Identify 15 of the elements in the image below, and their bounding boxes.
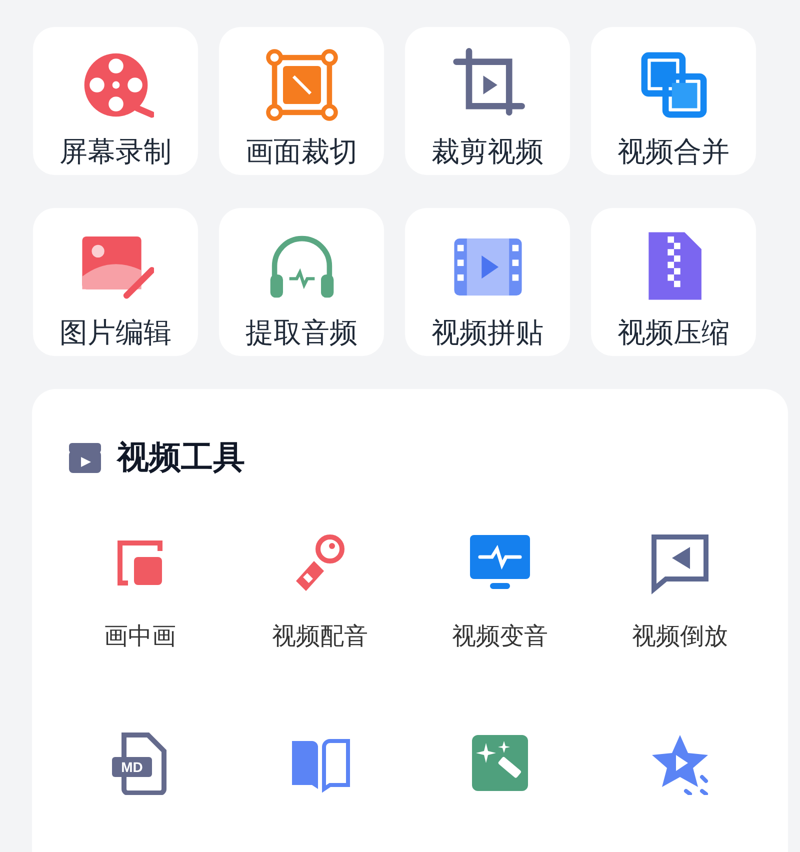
- shortcut-card[interactable]: 提取音频: [219, 208, 384, 356]
- shortcut-card[interactable]: 视频拼贴: [405, 208, 570, 356]
- tool-item[interactable]: 画中画: [50, 531, 230, 691]
- shortcut-card[interactable]: 裁剪视频: [405, 27, 570, 175]
- tool-item[interactable]: 视频配音: [230, 531, 410, 691]
- tool-item[interactable]: MD: [50, 731, 230, 852]
- section-title: 视频工具: [117, 438, 245, 477]
- shortcut-card[interactable]: 屏幕录制: [33, 27, 198, 175]
- shortcut-card[interactable]: 图片编辑: [33, 208, 198, 356]
- tool-item[interactable]: 视频倒放: [590, 531, 770, 691]
- crop-frame-icon: [264, 47, 340, 123]
- shortcut-card[interactable]: 视频压缩: [591, 208, 756, 356]
- tool-item[interactable]: 视频变音: [410, 531, 590, 691]
- shortcut-card[interactable]: 画面裁切: [219, 27, 384, 175]
- shortcut-card[interactable]: 视频合并: [591, 27, 756, 175]
